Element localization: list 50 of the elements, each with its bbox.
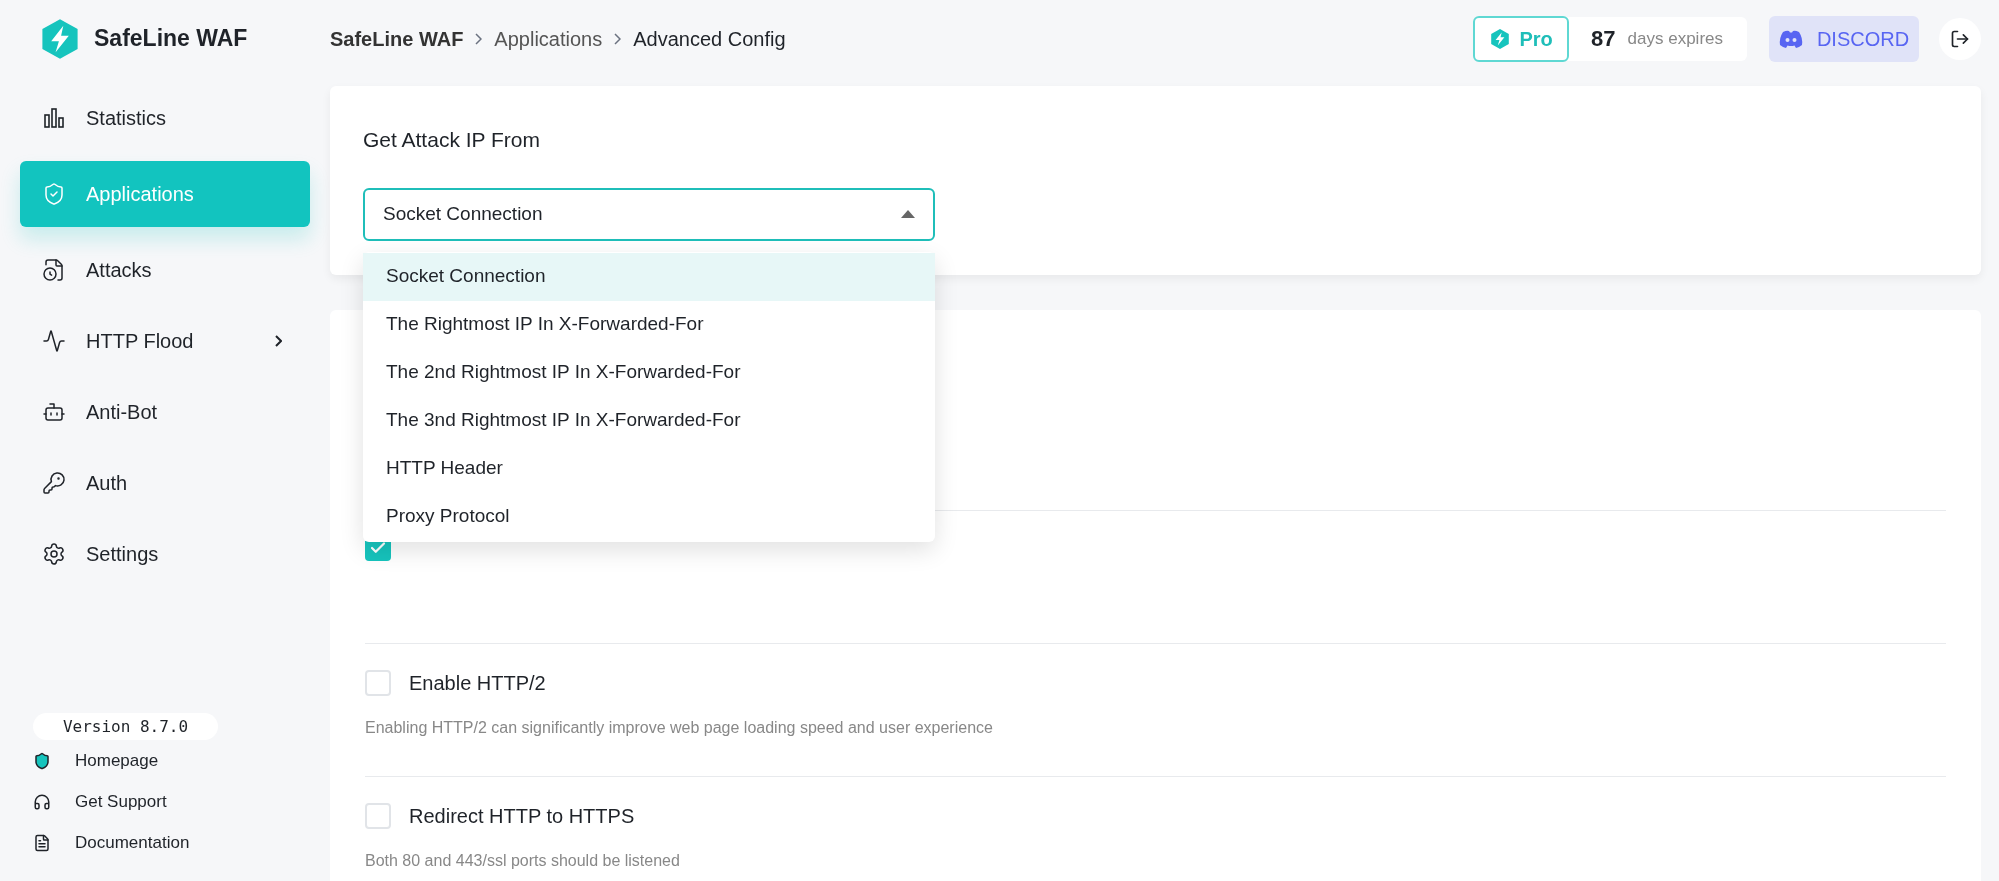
dropdown-option[interactable]: The 3nd Rightmost IP In X-Forwarded-For: [363, 396, 935, 445]
setting-description: Both 80 and 443/ssl ports should be listened: [365, 851, 681, 871]
days-label: days expires: [1627, 27, 1723, 50]
link-icon: [33, 834, 51, 852]
chevron-icon: [275, 335, 282, 347]
select-field[interactable]: Socket Connection: [363, 187, 935, 241]
sidebar-item[interactable]: Statistics: [20, 90, 310, 146]
nav-icon: [42, 182, 66, 206]
discord-button[interactable]: DISCORD: [1769, 15, 1919, 62]
sidebar-item[interactable]: HTTP Flood: [20, 313, 310, 369]
breadcrumb-item[interactable]: SafeLine WAF: [330, 23, 464, 54]
section-title: Get Attack IP From: [363, 127, 541, 153]
nav-icon: [42, 329, 66, 353]
nav-icon: [42, 542, 66, 566]
link-icon: [33, 793, 51, 811]
logo-icon: [1489, 27, 1512, 50]
sidebar-item[interactable]: Anti-Bot: [20, 384, 310, 440]
dropdown-option[interactable]: Proxy Protocol: [363, 492, 935, 541]
setting-description: Enabling HTTP/2 can significantly improve web page loading speed and user experience: [365, 718, 994, 738]
sidebar-item[interactable]: Auth: [20, 455, 310, 511]
setting-label: Enable HTTP/2: [409, 671, 546, 696]
caret-icon: [901, 210, 915, 218]
breadcrumb-item: Advanced Config: [633, 26, 786, 52]
separator-icon: [475, 32, 483, 45]
logout-icon: [1950, 28, 1970, 49]
dropdown-option[interactable]: HTTP Header: [363, 444, 935, 493]
days-count: 87: [1591, 25, 1616, 53]
nav-icon: [42, 106, 66, 130]
discord-icon: [1778, 29, 1803, 48]
dropdown-option[interactable]: The 2nd Rightmost IP In X-Forwarded-For: [363, 348, 935, 397]
dropdown-option[interactable]: Socket Connection: [363, 252, 935, 301]
nav-icon: [42, 471, 66, 495]
separator-icon: [614, 32, 622, 45]
checkbox[interactable]: [365, 670, 391, 696]
nav-icon: [42, 400, 66, 424]
pro-badge: Pro: [1473, 15, 1570, 62]
version-label: Version 8.7.0: [33, 713, 218, 740]
sidebar-link[interactable]: Documentation: [33, 823, 330, 863]
sidebar-link[interactable]: Homepage: [33, 741, 330, 781]
nav-icon: [42, 258, 66, 282]
breadcrumb-item[interactable]: Applications: [494, 23, 603, 54]
sidebar-link[interactable]: Get Support: [33, 782, 330, 822]
brand-name: SafeLine WAF: [94, 24, 248, 54]
checkbox[interactable]: [365, 803, 391, 829]
sidebar-item[interactable]: Settings: [20, 526, 310, 582]
link-icon: [33, 752, 51, 770]
setting-label: Redirect HTTP to HTTPS: [409, 804, 635, 829]
sidebar-item[interactable]: Attacks: [20, 242, 310, 298]
dropdown-option[interactable]: The Rightmost IP In X-Forwarded-For: [363, 300, 935, 349]
logout-button[interactable]: [1939, 17, 1981, 60]
